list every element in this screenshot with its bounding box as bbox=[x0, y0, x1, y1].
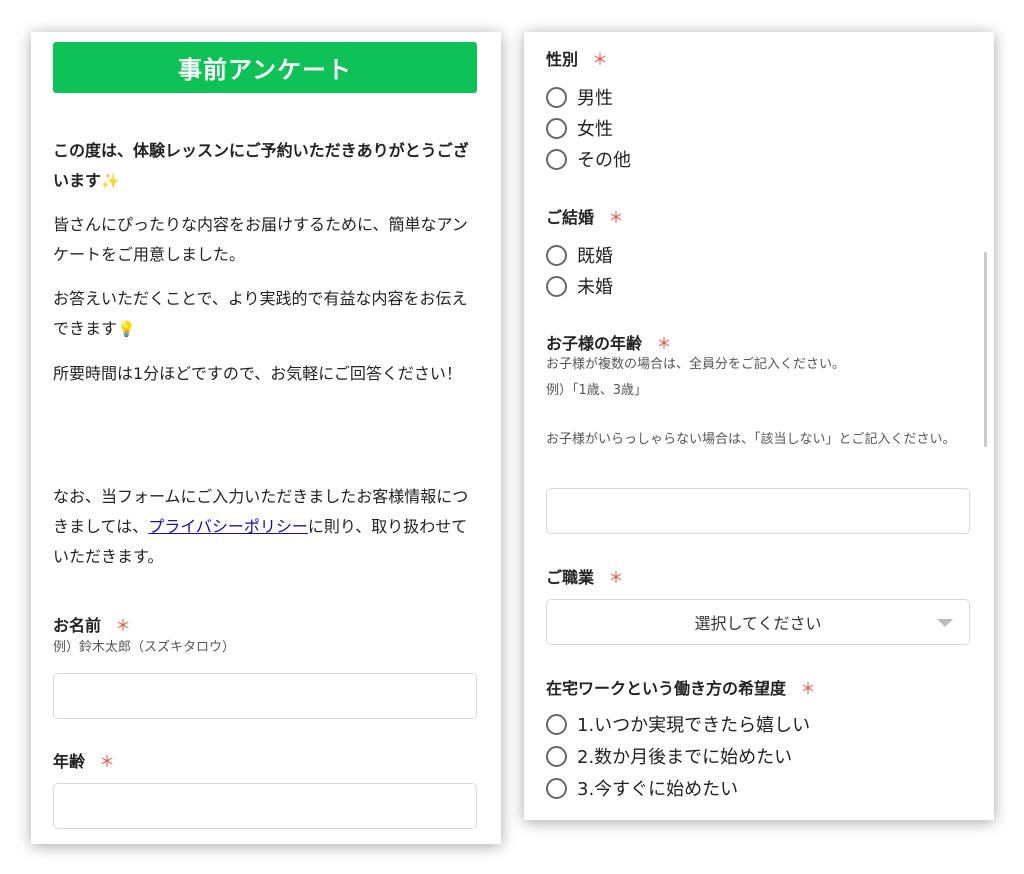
name-label: お名前 ＊ bbox=[53, 612, 131, 636]
option-label: 3.今すぐに始めたい bbox=[577, 779, 739, 800]
radio-circle[interactable] bbox=[546, 777, 567, 799]
marriage-label-text: ご結婚 bbox=[546, 208, 595, 227]
required-mark: ＊ bbox=[800, 679, 817, 698]
lightbulb-icon: 💡 bbox=[117, 320, 136, 338]
children-age-hint-none: お子様がいらっしゃらない場合は、「該当しない」とご記入ください。 bbox=[546, 432, 956, 447]
remote-work-option-someday[interactable]: 1.いつか実現できたら嬉しい bbox=[546, 711, 810, 737]
sparkles-icon: ✨ bbox=[101, 172, 120, 190]
radio-circle[interactable] bbox=[546, 117, 567, 139]
survey-panel-left: 事前アンケート この度は、体験レッスンにご予約いただきありがとうございます✨ 皆… bbox=[31, 32, 501, 844]
option-label: 既婚 bbox=[577, 246, 613, 267]
gender-option-male[interactable]: 男性 bbox=[546, 84, 613, 110]
radio-circle[interactable] bbox=[546, 713, 567, 735]
remote-work-label-text: 在宅ワークという働き方の希望度 bbox=[546, 679, 787, 698]
option-label: 男性 bbox=[577, 88, 613, 109]
children-age-label-text: お子様の年齢 bbox=[546, 334, 643, 353]
name-input[interactable] bbox=[53, 673, 477, 719]
marriage-option-single[interactable]: 未婚 bbox=[546, 273, 613, 299]
intro-benefit-text: お答えいただくことで、より実践的で有益な内容をお伝えできます bbox=[53, 289, 468, 338]
option-label: その他 bbox=[577, 150, 631, 171]
option-label: 1.いつか実現できたら嬉しい bbox=[577, 715, 811, 736]
age-input[interactable] bbox=[53, 783, 477, 829]
privacy-notice: なお、当フォームにご入力いただきましたお客様情報につきましては、プライバシーポリ… bbox=[53, 482, 483, 572]
intro-benefit: お答えいただくことで、より実践的で有益な内容をお伝えできます💡 bbox=[53, 284, 483, 344]
required-mark: ＊ bbox=[592, 50, 609, 69]
intro-purpose: 皆さんにぴったりな内容をお届けするために、簡単なアンケートをご用意しました。 bbox=[53, 215, 468, 264]
remote-work-label: 在宅ワークという働き方の希望度 ＊ bbox=[546, 675, 816, 699]
required-mark: ＊ bbox=[608, 208, 625, 227]
children-age-hint-multiple: お子様が複数の場合は、全員分をご記入ください。 bbox=[546, 357, 846, 372]
required-mark: ＊ bbox=[99, 752, 116, 771]
required-mark: ＊ bbox=[115, 616, 132, 635]
intro-duration: 所要時間は1分ほどですので、お気軽にご回答ください！ bbox=[53, 364, 462, 383]
survey-panel-right: 性別 ＊ 男性 女性 その他 ご結婚 ＊ 既婚 未婚 お子様の年齢 ＊ お子様が複数の… bbox=[524, 32, 994, 820]
children-age-input[interactable] bbox=[546, 488, 970, 534]
radio-circle[interactable] bbox=[546, 148, 567, 170]
job-select[interactable]: 選択してください bbox=[546, 599, 970, 645]
radio-circle[interactable] bbox=[546, 745, 567, 767]
required-mark: ＊ bbox=[608, 568, 625, 587]
job-label-text: ご職業 bbox=[546, 568, 595, 587]
job-label: ご職業 ＊ bbox=[546, 564, 624, 588]
remote-work-option-months[interactable]: 2.数か月後までに始めたい bbox=[546, 743, 792, 769]
gender-label: 性別 ＊ bbox=[546, 46, 608, 70]
radio-circle[interactable] bbox=[546, 275, 567, 297]
name-hint: 例）鈴木太郎（スズキタロウ） bbox=[53, 640, 236, 655]
gender-label-text: 性別 bbox=[546, 50, 579, 69]
option-label: 未婚 bbox=[577, 277, 613, 298]
gender-option-female[interactable]: 女性 bbox=[546, 115, 613, 141]
required-mark: ＊ bbox=[656, 334, 673, 353]
chevron-down-icon bbox=[937, 619, 953, 627]
radio-circle[interactable] bbox=[546, 86, 567, 108]
scrollbar[interactable] bbox=[984, 252, 987, 447]
marriage-label: ご結婚 ＊ bbox=[546, 204, 624, 228]
option-label: 2.数か月後までに始めたい bbox=[577, 747, 793, 768]
intro-thanks: この度は、体験レッスンにご予約いただきありがとうございます✨ bbox=[53, 136, 483, 196]
radio-circle[interactable] bbox=[546, 244, 567, 266]
job-select-value: 選択してください bbox=[694, 614, 822, 633]
marriage-option-married[interactable]: 既婚 bbox=[546, 242, 613, 268]
option-label: 女性 bbox=[577, 119, 613, 140]
survey-title: 事前アンケート bbox=[53, 42, 477, 93]
age-label-text: 年齢 bbox=[53, 752, 86, 771]
privacy-policy-link[interactable]: プライバシーポリシー bbox=[148, 517, 308, 536]
children-age-label: お子様の年齢 ＊ bbox=[546, 330, 672, 354]
children-age-hint-example: 例）「1歳、3歳」 bbox=[546, 383, 648, 398]
remote-work-option-now[interactable]: 3.今すぐに始めたい bbox=[546, 775, 738, 801]
age-label: 年齢 ＊ bbox=[53, 748, 115, 772]
gender-option-other[interactable]: その他 bbox=[546, 146, 631, 172]
name-label-text: お名前 bbox=[53, 616, 102, 635]
